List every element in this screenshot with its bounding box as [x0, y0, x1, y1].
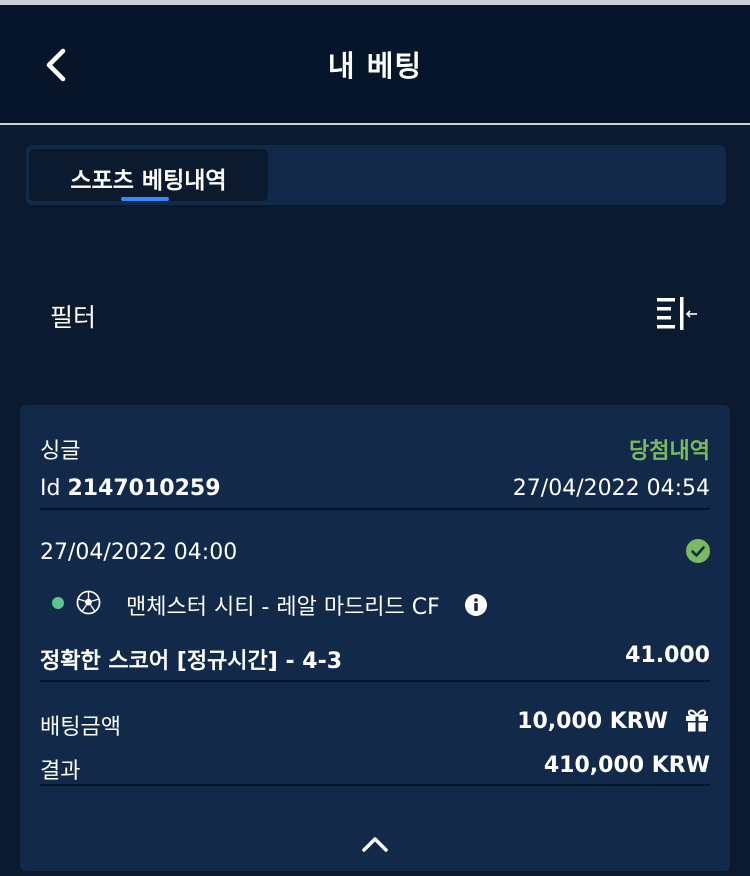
- bet-id-value: 2147010259: [67, 476, 221, 501]
- odds: 41.000: [625, 643, 710, 668]
- tab-label: 스포츠 베팅내역: [70, 168, 227, 194]
- result-value: 410,000 KRW: [543, 753, 710, 778]
- stake-label: 배팅금액: [40, 715, 121, 740]
- match-name: 맨체스터 시티 - 레알 마드리드 CF: [126, 595, 440, 620]
- check-circle-icon: [686, 539, 710, 563]
- stake-value: 10,000 KRW: [517, 709, 668, 734]
- divider: [40, 508, 710, 510]
- bet-status: 당첨내역: [629, 439, 710, 464]
- selection: 정확한 스코어 [정규시간] - 4-3: [40, 649, 343, 674]
- tab-bar: 스포츠 베팅내역: [26, 145, 726, 205]
- header-divider: [0, 123, 750, 125]
- header: 내 베팅: [0, 5, 750, 123]
- filter-label[interactable]: 필터: [50, 298, 96, 334]
- divider: [40, 784, 710, 786]
- bet-type: 싱글: [40, 439, 81, 464]
- info-icon[interactable]: [465, 594, 487, 616]
- soccer-ball-icon: [76, 590, 101, 615]
- bet-id: Id 2147010259: [40, 476, 221, 501]
- chevron-up-icon[interactable]: [361, 835, 389, 853]
- live-dot: [52, 597, 64, 609]
- page-title: 내 베팅: [327, 49, 423, 83]
- bet-card: 싱글 당첨내역 Id 2147010259 27/04/2022 04:54 2…: [20, 405, 730, 871]
- divider: [40, 680, 710, 682]
- tab-sports-bet-history[interactable]: 스포츠 베팅내역: [29, 149, 268, 201]
- bet-placed-time: 27/04/2022 04:54: [512, 476, 710, 501]
- tab-active-indicator: [121, 197, 169, 201]
- result-label: 결과: [40, 759, 81, 784]
- event-time: 27/04/2022 04:00: [40, 540, 238, 565]
- gift-icon: [686, 709, 708, 732]
- bet-id-prefix: Id: [40, 476, 61, 501]
- filter-collapse-icon[interactable]: [654, 296, 700, 332]
